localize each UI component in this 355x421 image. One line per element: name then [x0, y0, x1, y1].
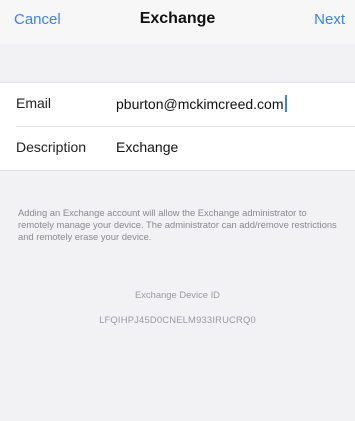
admin-notice: Adding an Exchange account will allow th…: [18, 207, 337, 242]
account-form: Email pburton@mckimcreed.com Description…: [0, 82, 355, 171]
email-label: Email: [16, 95, 52, 111]
description-row[interactable]: Description Exchange: [0, 127, 355, 170]
text-cursor: [284, 95, 287, 112]
navigation-bar: Cancel Exchange Next: [0, 0, 355, 44]
next-button[interactable]: Next: [314, 11, 345, 28]
description-field[interactable]: Exchange: [116, 139, 178, 155]
device-id-label: Exchange Device ID: [135, 289, 220, 300]
page-title: Exchange: [139, 10, 216, 27]
device-id-value: LFQIHPJ45D0CNELM933IRUCRQ0: [99, 314, 256, 325]
email-field[interactable]: pburton@mckimcreed.com: [116, 95, 287, 112]
description-label: Description: [16, 139, 87, 155]
email-row[interactable]: Email pburton@mckimcreed.com: [0, 83, 355, 127]
email-value: pburton@mckimcreed.com: [116, 96, 284, 112]
